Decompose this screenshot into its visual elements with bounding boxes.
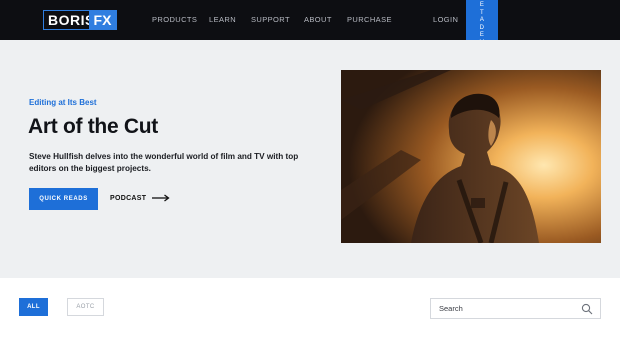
quick-reads-button[interactable]: QUICK READS	[29, 188, 98, 210]
nav-item-about[interactable]: ABOUT	[304, 15, 332, 24]
filter-chip-all[interactable]: ALL	[19, 298, 48, 316]
arrow-right-icon	[152, 194, 170, 202]
nav-item-purchase[interactable]: PURCHASE	[347, 15, 392, 24]
hero-photo	[341, 70, 601, 243]
search-icon[interactable]	[581, 303, 593, 315]
demo-letter: D	[479, 24, 485, 31]
nav-item-products[interactable]: PRODUCTS	[152, 15, 197, 24]
logo-fx: FX	[89, 11, 116, 29]
borisfx-logo[interactable]: BORIS FX	[43, 10, 117, 30]
top-nav: BORIS FX PRODUCTS LEARN SUPPORT ABOUT PU…	[0, 0, 620, 54]
hero-description: Steve Hullfish delves into the wonderful…	[29, 152, 299, 173]
demo-letter: E	[479, 32, 485, 39]
nav-item-support[interactable]: SUPPORT	[251, 15, 290, 24]
hero-image	[341, 70, 601, 243]
search-input[interactable]	[431, 299, 571, 318]
podcast-link-label: PODCAST	[110, 194, 147, 202]
demo-letter: A	[479, 17, 485, 24]
demo-letter: E	[479, 2, 485, 8]
nav-item-login[interactable]: LOGIN	[433, 15, 458, 24]
page-title: Art of the Cut	[28, 115, 158, 138]
podcast-link[interactable]: PODCAST	[110, 194, 170, 202]
search-box[interactable]	[430, 298, 601, 319]
demo-letter: T	[480, 9, 484, 16]
logo-text: BORIS	[48, 12, 95, 28]
nav-item-learn[interactable]: LEARN	[209, 15, 236, 24]
hero-eyebrow: Editing at Its Best	[29, 98, 97, 107]
filter-chip-aotc[interactable]: AOTC	[67, 298, 104, 316]
